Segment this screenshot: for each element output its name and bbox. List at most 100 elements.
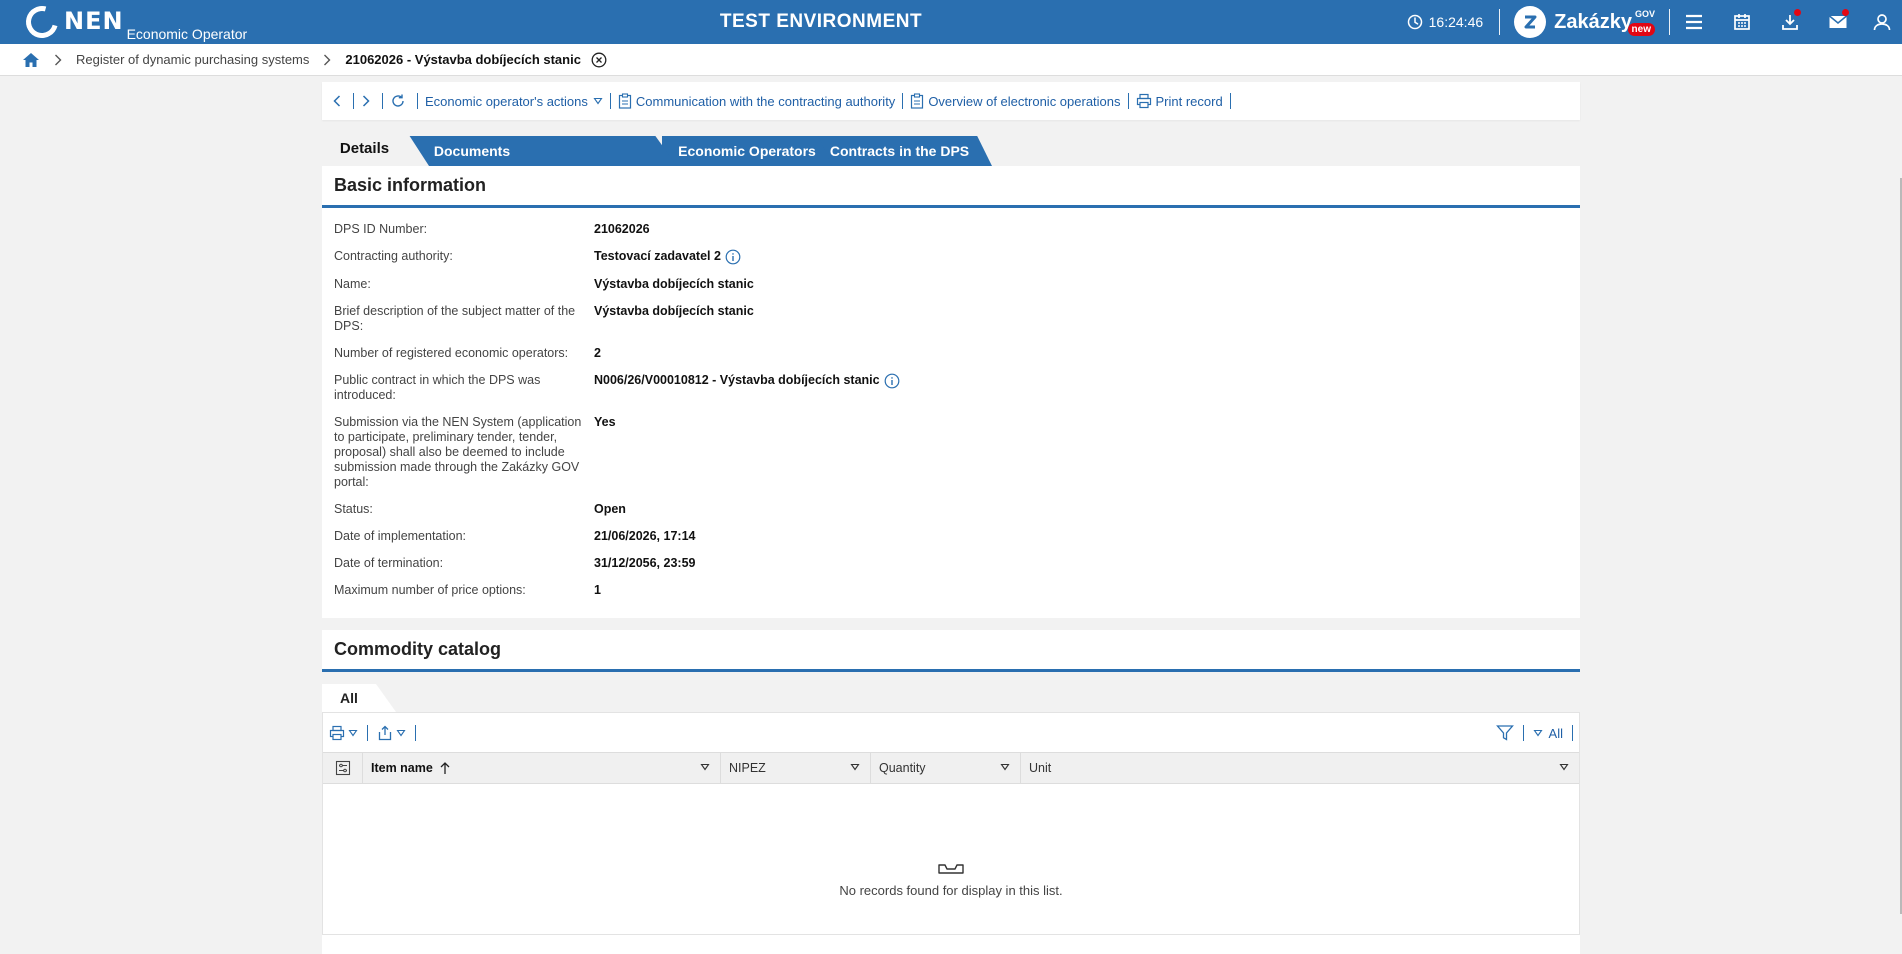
mail-icon [1829, 15, 1847, 28]
field-value: Výstavba dobíjecích stanic [594, 277, 754, 291]
column-filter-icon[interactable] [700, 763, 710, 771]
field-value: 21062026 [594, 222, 650, 236]
catalog-tabs: All [322, 672, 1580, 712]
home-link[interactable] [22, 52, 40, 68]
tab-contracts-in-dps[interactable]: Contracts in the DPS [807, 136, 992, 166]
previous-button[interactable] [332, 94, 346, 108]
view-all-dropdown[interactable]: All [1532, 726, 1563, 741]
messages-button[interactable] [1814, 0, 1862, 44]
divider [367, 724, 368, 741]
chevron-down-icon [593, 97, 603, 105]
info-row: Date of implementation: 21/06/2026, 17:1… [334, 529, 1568, 544]
column-filter-icon[interactable] [1559, 763, 1569, 771]
field-value: Yes [594, 415, 616, 429]
divider [1127, 93, 1129, 109]
communication-label: Communication with the contracting autho… [635, 93, 896, 109]
tab-details[interactable]: Details [322, 132, 407, 166]
info-row: DPS ID Number: 21062026 [334, 222, 1568, 237]
basic-information-panel: Basic information DPS ID Number: 2106202… [322, 166, 1580, 618]
printer-icon [329, 725, 345, 740]
printer-icon [1136, 93, 1151, 109]
home-icon [23, 52, 39, 67]
divider [609, 93, 611, 109]
column-filter-icon[interactable] [1000, 763, 1010, 771]
clipboard-icon [618, 93, 632, 109]
info-row: Date of termination: 31/12/2056, 23:59 [334, 556, 1568, 571]
sort-ascending-icon [440, 762, 450, 774]
empty-tray-icon [938, 863, 964, 874]
info-row: Brief description of the subject matter … [334, 304, 1568, 334]
info-row: Status: Open [334, 502, 1568, 517]
chevron-down-icon [1532, 729, 1543, 737]
field-label: Maximum number of price options: [334, 583, 526, 597]
column-label: Quantity [879, 761, 926, 775]
menu-button[interactable] [1670, 0, 1718, 44]
divider [1572, 725, 1573, 741]
economic-operator-actions-dropdown[interactable]: Economic operator's actions [425, 94, 603, 109]
tab-documents[interactable]: Documents [407, 136, 677, 166]
tab-all[interactable]: All [322, 684, 376, 712]
field-label: DPS ID Number: [334, 222, 428, 236]
next-button[interactable] [361, 94, 375, 108]
download-button[interactable] [1766, 0, 1814, 44]
column-label: Unit [1029, 761, 1052, 775]
info-icon[interactable] [725, 249, 741, 265]
user-icon [1873, 14, 1891, 31]
chevron-right-icon [362, 95, 370, 107]
column-quantity[interactable]: Quantity [871, 753, 1021, 783]
filter-button[interactable] [1495, 724, 1514, 742]
chevron-down-icon [396, 729, 406, 736]
empty-state: No records found for display in this lis… [323, 784, 1579, 934]
column-item-name[interactable]: Item name [363, 753, 721, 783]
top-bar: NEN Economic Operator TEST ENVIRONMENT 1… [0, 0, 1902, 44]
info-list: DPS ID Number: 21062026 Contracting auth… [322, 208, 1580, 618]
info-row: Contracting authority: Testovací zadavat… [334, 249, 1568, 265]
chevron-left-icon [333, 95, 341, 107]
settings-sliders-icon [335, 760, 350, 776]
breadcrumb-dps-register[interactable]: Register of dynamic purchasing systems [76, 52, 309, 67]
overview-label: Overview of electronic operations [928, 93, 1121, 109]
chevron-right-icon [323, 54, 331, 66]
divider [1229, 93, 1231, 109]
column-filter-icon[interactable] [850, 763, 860, 771]
record-tabs: Contracts in the DPS Economic Operators … [322, 132, 1580, 166]
export-dropdown[interactable] [377, 725, 406, 741]
new-badge: new [1627, 23, 1655, 36]
field-label: Date of termination: [334, 556, 444, 570]
info-row: Submission via the NEN System (applicati… [334, 415, 1568, 490]
field-value: N006/26/V00010812 - Výstavba dobíjecích … [594, 373, 880, 387]
tab-economic-operators[interactable]: Economic Operators [662, 136, 832, 166]
environment-title: TEST ENVIRONMENT [719, 11, 923, 32]
close-record-button[interactable] [591, 52, 607, 68]
communication-button[interactable]: Communication with the contracting autho… [618, 93, 895, 109]
print-record-button[interactable]: Print record [1136, 93, 1223, 109]
print-dropdown[interactable] [329, 725, 358, 741]
grid-toolbar: All [323, 712, 1579, 752]
breadcrumb: Register of dynamic purchasing systems 2… [0, 44, 1902, 76]
user-button[interactable] [1862, 0, 1902, 44]
clock-time: 16:24:46 [1428, 14, 1484, 30]
commodity-catalog-panel: Commodity catalog All All Item name NIPE… [322, 630, 1580, 954]
info-row: Public contract in which the DPS was int… [334, 373, 1568, 403]
column-nipez[interactable]: NIPEZ [721, 753, 871, 783]
field-label: Contracting authority: [334, 249, 453, 263]
calendar-button[interactable] [1718, 0, 1766, 44]
refresh-icon [392, 94, 404, 107]
empty-message: No records found for display in this lis… [839, 882, 1063, 898]
actions-label: Economic operator's actions [425, 93, 588, 109]
zakazky-logo-icon [1514, 6, 1547, 38]
column-unit[interactable]: Unit [1021, 753, 1579, 783]
chevron-right-icon [54, 54, 62, 66]
zakazky-gov-link[interactable]: Zakázky GOV new [1500, 0, 1669, 44]
info-row: Name: Výstavba dobíjecích stanic [334, 277, 1568, 292]
field-label: Status: [334, 502, 373, 516]
notification-dot [1842, 9, 1849, 16]
refresh-button[interactable] [390, 93, 410, 109]
column-settings-button[interactable] [323, 753, 363, 783]
overview-button[interactable]: Overview of electronic operations [910, 93, 1121, 109]
field-label: Name: [334, 277, 371, 291]
field-value: Open [594, 502, 626, 516]
zakazky-gov-label: GOV [1634, 9, 1655, 19]
info-icon[interactable] [884, 373, 900, 389]
main-content: Economic operator's actions Communicatio… [322, 82, 1580, 954]
